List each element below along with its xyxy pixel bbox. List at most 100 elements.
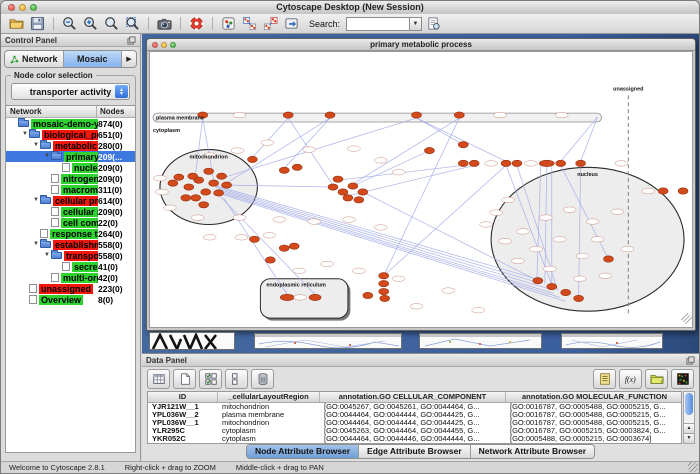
- node-label-oval[interactable]: [392, 169, 405, 175]
- tree-row[interactable]: unassigned223(0): [6, 283, 135, 294]
- table-row[interactable]: YJR121W__1mitochondrion[GO:0045267, GO:0…: [148, 403, 681, 411]
- node-label-oval[interactable]: [563, 207, 576, 213]
- network-node[interactable]: [574, 295, 584, 301]
- node-label-oval[interactable]: [524, 161, 537, 167]
- network-node[interactable]: [458, 141, 468, 147]
- tree-row[interactable]: multi-organism pro42(0): [6, 272, 135, 283]
- compartment-mitochondrion[interactable]: [160, 150, 257, 225]
- network-node[interactable]: [168, 180, 178, 186]
- network-node[interactable]: [539, 160, 554, 166]
- table-column-header[interactable]: annotation.GO CELLULAR_COMPONENT: [320, 392, 506, 402]
- tab-node-attribute-browser[interactable]: Node Attribute Browser: [247, 445, 359, 458]
- tree-row-label[interactable]: response to stimulu: [50, 229, 98, 239]
- background-window-thumbnail[interactable]: [149, 332, 235, 350]
- network-node[interactable]: [380, 295, 390, 301]
- network-node[interactable]: [379, 288, 389, 294]
- node-label-oval[interactable]: [516, 229, 529, 235]
- compartment-plasma-membrane[interactable]: [153, 113, 602, 122]
- network-view-window[interactable]: primary metabolic process plasma membran…: [146, 38, 696, 331]
- destroy-network-view-button[interactable]: [261, 15, 280, 32]
- annotation-network-button[interactable]: [219, 15, 238, 32]
- node-label-oval[interactable]: [502, 197, 515, 203]
- expand-triangle-icon[interactable]: ▼: [32, 140, 40, 151]
- network-node[interactable]: [280, 294, 294, 300]
- canvas-resize-grip[interactable]: [683, 315, 690, 322]
- expand-triangle-icon[interactable]: ▼: [43, 151, 51, 162]
- network-node[interactable]: [348, 183, 358, 189]
- node-label-oval[interactable]: [442, 288, 455, 294]
- advanced-search-button[interactable]: [424, 15, 443, 32]
- tab-network-attribute-browser[interactable]: Network Attribute Browser: [471, 445, 594, 458]
- node-label-oval[interactable]: [599, 273, 612, 279]
- tab-edge-attribute-browser[interactable]: Edge Attribute Browser: [359, 445, 471, 458]
- save-session-button[interactable]: [28, 15, 47, 32]
- network-node[interactable]: [279, 245, 289, 251]
- table-row[interactable]: YKR052Ccytoplasm[GO:0044464, GO:0044446,…: [148, 435, 681, 443]
- network-view-titlebar[interactable]: primary metabolic process: [147, 39, 695, 51]
- node-label-oval[interactable]: [191, 215, 204, 221]
- unselect-attributes-button[interactable]: [225, 369, 248, 389]
- network-node[interactable]: [338, 189, 348, 195]
- network-node[interactable]: [412, 112, 422, 118]
- network-node[interactable]: [279, 167, 289, 173]
- node-label-oval[interactable]: [539, 215, 552, 221]
- tree-row[interactable]: secretion41(0): [6, 261, 135, 272]
- node-label-oval[interactable]: [494, 112, 507, 118]
- tree-row-label[interactable]: establishment of lo: [53, 240, 98, 250]
- network-node[interactable]: [174, 174, 184, 180]
- network-node[interactable]: [603, 256, 613, 262]
- network-node[interactable]: [678, 188, 688, 194]
- expand-triangle-icon[interactable]: ▼: [21, 129, 29, 140]
- network-node[interactable]: [379, 280, 389, 286]
- background-window-thumbnail[interactable]: [254, 333, 402, 349]
- network-node[interactable]: [217, 173, 227, 179]
- node-label-oval[interactable]: [490, 210, 503, 216]
- node-label-oval[interactable]: [374, 158, 387, 164]
- node-label-oval[interactable]: [153, 175, 166, 181]
- table-column-header[interactable]: annotation.GO MOLECULAR_FUNCTION: [506, 392, 682, 402]
- table-column-header[interactable]: ID: [148, 392, 218, 402]
- node-label-oval[interactable]: [392, 276, 405, 282]
- node-label-oval[interactable]: [642, 188, 655, 194]
- table-row[interactable]: YLR295Ccytoplasm[GO:0045263, GO:0044464,…: [148, 427, 681, 435]
- network-node[interactable]: [325, 112, 335, 118]
- tree-row-label[interactable]: transport: [64, 251, 98, 261]
- attribute-list-button[interactable]: [593, 369, 616, 389]
- network-node[interactable]: [458, 160, 468, 166]
- node-label-oval[interactable]: [321, 261, 334, 267]
- node-label-oval[interactable]: [163, 205, 176, 211]
- network-node[interactable]: [283, 112, 293, 118]
- node-label-oval[interactable]: [410, 304, 423, 310]
- tree-row-label[interactable]: metabolic process: [53, 141, 98, 151]
- node-color-dropdown[interactable]: transporter activity ▲▼: [11, 83, 130, 100]
- scroll-down-button[interactable]: ▼: [684, 433, 694, 443]
- network-node[interactable]: [358, 189, 368, 195]
- node-label-oval[interactable]: [529, 246, 542, 252]
- tree-row[interactable]: ▼metabolic process280(0): [6, 140, 135, 151]
- node-label-oval[interactable]: [263, 233, 276, 239]
- tree-row[interactable]: ▼cellular process614(0): [6, 195, 135, 206]
- tree-row-label[interactable]: nitrogen compo: [61, 174, 98, 184]
- tree-row-label[interactable]: mosaic-demo-yeast: [31, 119, 98, 129]
- delete-attribute-button[interactable]: [251, 369, 274, 389]
- network-node[interactable]: [424, 147, 434, 153]
- canvas-resize-grip[interactable]: [681, 313, 688, 320]
- select-attributes-button[interactable]: [199, 369, 222, 389]
- network-node[interactable]: [209, 180, 219, 186]
- tree-column-network[interactable]: Network: [6, 106, 97, 117]
- network-node[interactable]: [469, 160, 479, 166]
- network-node[interactable]: [547, 283, 557, 289]
- table-row[interactable]: YPL036W__2plasma membrane[GO:0044464, GO…: [148, 411, 681, 419]
- node-label-oval[interactable]: [555, 112, 568, 118]
- node-label-oval[interactable]: [543, 266, 556, 272]
- node-label-oval[interactable]: [621, 246, 634, 252]
- zoom-selected-button[interactable]: [102, 15, 121, 32]
- tree-row-label[interactable]: unassigned: [39, 284, 93, 294]
- network-node[interactable]: [265, 257, 275, 263]
- network-node[interactable]: [333, 176, 343, 182]
- node-label-oval[interactable]: [576, 253, 589, 259]
- scrollbar-thumb[interactable]: [685, 393, 693, 415]
- minimize-button[interactable]: [19, 4, 26, 11]
- tab-network[interactable]: Network: [5, 51, 64, 67]
- help-button[interactable]: [187, 15, 206, 32]
